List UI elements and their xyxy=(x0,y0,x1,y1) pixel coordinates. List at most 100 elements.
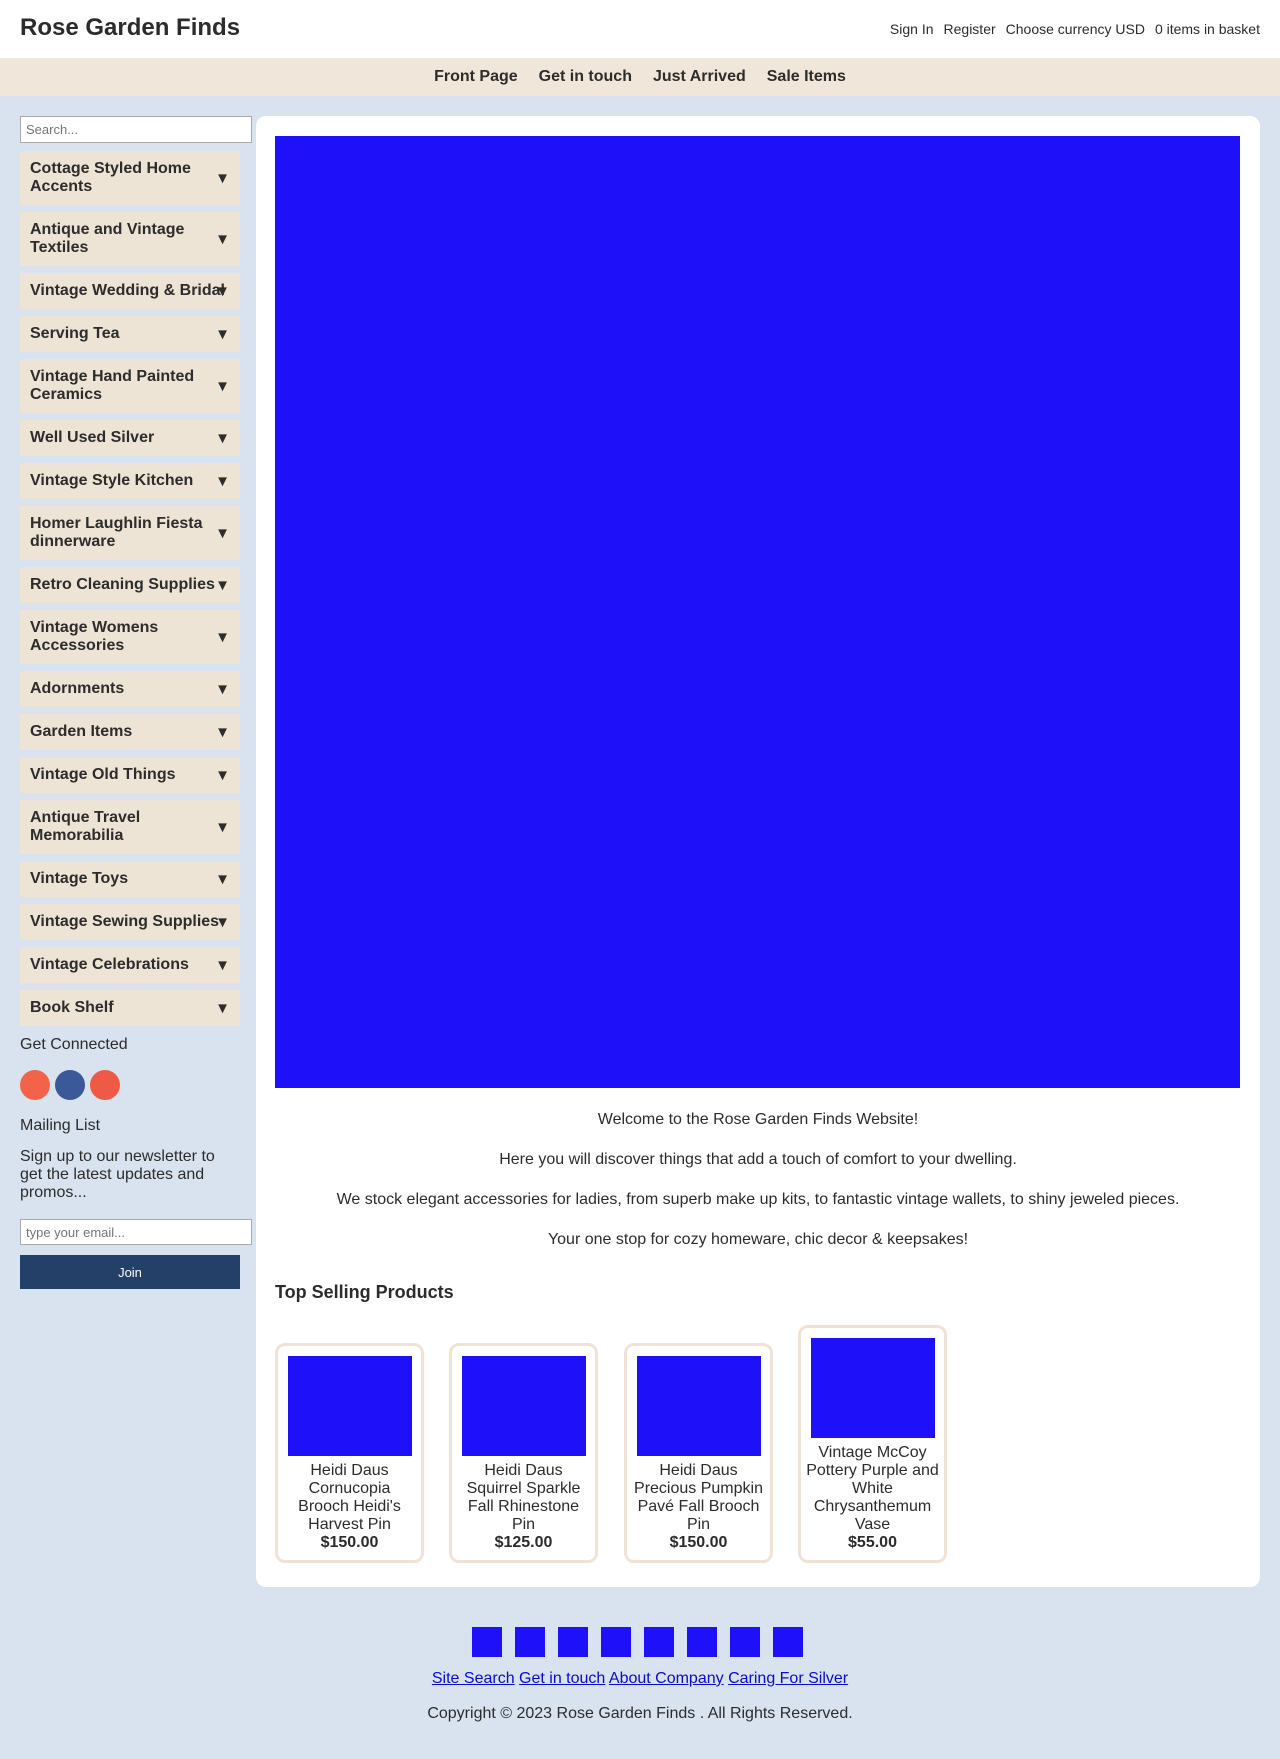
product-price: $55.00 xyxy=(848,1534,897,1551)
chevron-down-icon[interactable]: ▼ xyxy=(215,430,230,447)
mailing-list-text: Sign up to our newsletter to get the lat… xyxy=(20,1148,215,1201)
chevron-down-icon[interactable]: ▼ xyxy=(215,326,230,343)
chevron-down-icon[interactable]: ▼ xyxy=(215,283,230,300)
social-icon-1[interactable] xyxy=(20,1070,50,1100)
category-label: Antique and Vintage Textiles xyxy=(30,221,185,256)
chevron-down-icon[interactable]: ▼ xyxy=(215,525,230,542)
footer-link-about-company[interactable]: About Company xyxy=(609,1670,724,1687)
category-label: Serving Tea xyxy=(30,325,120,342)
welcome-line: We stock elegant accessories for ladies,… xyxy=(336,1191,1180,1208)
chevron-down-icon[interactable]: ▼ xyxy=(215,957,230,974)
category-item[interactable]: Homer Laughlin Fiesta dinnerware ▼ xyxy=(20,506,240,560)
category-label: Vintage Celebrations xyxy=(30,956,189,973)
category-item[interactable]: Well Used Silver ▼ xyxy=(20,420,240,456)
register-link[interactable]: Register xyxy=(944,21,996,37)
product-image[interactable] xyxy=(287,1356,412,1456)
chevron-down-icon[interactable]: ▼ xyxy=(215,914,230,931)
category-item[interactable]: Vintage Old Things ▼ xyxy=(20,757,240,793)
category-label: Retro Cleaning Supplies xyxy=(30,576,215,593)
category-label: Book Shelf xyxy=(30,999,114,1016)
product-card[interactable]: Heidi Daus Cornucopia Brooch Heidi's Har… xyxy=(275,1343,424,1563)
chevron-down-icon[interactable]: ▼ xyxy=(215,681,230,698)
footer-link-get-in-touch[interactable]: Get in touch xyxy=(519,1670,605,1687)
hero-image[interactable] xyxy=(275,136,1240,1088)
chevron-down-icon[interactable]: ▼ xyxy=(215,577,230,594)
main-content: Welcome to the Rose Garden Finds Website… xyxy=(256,116,1260,1587)
footer-icon[interactable] xyxy=(515,1627,545,1657)
category-item[interactable]: Vintage Womens Accessories ▼ xyxy=(20,610,240,664)
category-item[interactable]: Vintage Hand Painted Ceramics ▼ xyxy=(20,359,240,413)
category-item[interactable]: Adornments ▼ xyxy=(20,671,240,707)
category-item[interactable]: Vintage Sewing Supplies ▼ xyxy=(20,904,240,940)
product-card[interactable]: Vintage McCoy Pottery Purple and White C… xyxy=(798,1325,947,1563)
sign-in-link[interactable]: Sign In xyxy=(890,21,934,37)
product-card[interactable]: Heidi Daus Squirrel Sparkle Fall Rhinest… xyxy=(449,1343,598,1563)
footer-link-site-search[interactable]: Site Search xyxy=(432,1670,515,1687)
footer-icon[interactable] xyxy=(773,1627,803,1657)
chevron-down-icon[interactable]: ▼ xyxy=(215,767,230,784)
site-title[interactable]: Rose Garden Finds xyxy=(20,14,240,42)
footer-icon[interactable] xyxy=(601,1627,631,1657)
category-item[interactable]: Retro Cleaning Supplies ▼ xyxy=(20,567,240,603)
chevron-down-icon[interactable]: ▼ xyxy=(215,378,230,395)
category-item[interactable]: Antique and Vintage Textiles ▼ xyxy=(20,212,240,266)
category-label: Cottage Styled Home Accents xyxy=(30,160,191,195)
footer-link-caring-for-silver[interactable]: Caring For Silver xyxy=(728,1670,848,1687)
footer-icon[interactable] xyxy=(472,1627,502,1657)
top-selling-heading: Top Selling Products xyxy=(275,1282,454,1302)
chevron-down-icon[interactable]: ▼ xyxy=(215,819,230,836)
copyright-text: Copyright © 2023 Rose Garden Finds . All… xyxy=(427,1705,853,1722)
category-label: Vintage Hand Painted Ceramics xyxy=(30,368,195,403)
category-label: Vintage Wedding & Bridal xyxy=(30,282,225,299)
chevron-down-icon[interactable]: ▼ xyxy=(215,170,230,187)
category-item[interactable]: Garden Items ▼ xyxy=(20,714,240,750)
product-image[interactable] xyxy=(636,1356,761,1456)
product-price: $150.00 xyxy=(320,1534,379,1551)
basket-link[interactable]: 0 items in basket xyxy=(1155,21,1260,37)
social-icons xyxy=(20,1070,252,1100)
product-name[interactable]: Heidi Daus Squirrel Sparkle Fall Rhinest… xyxy=(452,1462,595,1534)
product-card[interactable]: Heidi Daus Precious Pumpkin Pavé Fall Br… xyxy=(624,1343,773,1563)
search-input[interactable] xyxy=(20,116,252,143)
product-name[interactable]: Vintage McCoy Pottery Purple and White C… xyxy=(801,1444,944,1534)
product-name[interactable]: Heidi Daus Cornucopia Brooch Heidi's Har… xyxy=(278,1462,421,1534)
category-item[interactable]: Vintage Celebrations ▼ xyxy=(20,947,240,983)
category-label: Vintage Old Things xyxy=(30,766,176,783)
facebook-icon[interactable] xyxy=(55,1070,85,1100)
main-nav: Front Page Get in touch Just Arrived Sal… xyxy=(0,58,1280,96)
welcome-line: Welcome to the Rose Garden Finds Website… xyxy=(597,1111,919,1128)
nav-sale-items[interactable]: Sale Items xyxy=(767,68,846,86)
footer-icon[interactable] xyxy=(558,1627,588,1657)
chevron-down-icon[interactable]: ▼ xyxy=(215,724,230,741)
category-label: Vintage Style Kitchen xyxy=(30,472,194,489)
category-item[interactable]: Serving Tea ▼ xyxy=(20,316,240,352)
join-button[interactable]: Join xyxy=(20,1255,240,1289)
category-item[interactable]: Book Shelf ▼ xyxy=(20,990,240,1026)
chevron-down-icon[interactable]: ▼ xyxy=(215,629,230,646)
category-item[interactable]: Antique Travel Memorabilia ▼ xyxy=(20,800,240,854)
nav-get-in-touch[interactable]: Get in touch xyxy=(539,68,632,86)
footer-icon[interactable] xyxy=(687,1627,717,1657)
footer-icon[interactable] xyxy=(644,1627,674,1657)
category-item[interactable]: Vintage Style Kitchen ▼ xyxy=(20,463,240,499)
chevron-down-icon[interactable]: ▼ xyxy=(215,871,230,888)
social-icon-3[interactable] xyxy=(90,1070,120,1100)
category-item[interactable]: Cottage Styled Home Accents ▼ xyxy=(20,151,240,205)
product-name[interactable]: Heidi Daus Precious Pumpkin Pavé Fall Br… xyxy=(627,1462,770,1534)
chevron-down-icon[interactable]: ▼ xyxy=(215,1000,230,1017)
footer-icon[interactable] xyxy=(730,1627,760,1657)
category-item[interactable]: Vintage Wedding & Bridal ▼ xyxy=(20,273,240,309)
chevron-down-icon[interactable]: ▼ xyxy=(215,473,230,490)
category-item[interactable]: Vintage Toys ▼ xyxy=(20,861,240,897)
email-field[interactable] xyxy=(20,1219,252,1245)
chevron-down-icon[interactable]: ▼ xyxy=(215,231,230,248)
category-label: Vintage Sewing Supplies xyxy=(30,913,220,930)
currency-selector[interactable]: Choose currency USD xyxy=(1006,21,1145,37)
product-image[interactable] xyxy=(810,1338,935,1438)
product-image[interactable] xyxy=(461,1356,586,1456)
nav-front-page[interactable]: Front Page xyxy=(434,68,518,86)
nav-just-arrived[interactable]: Just Arrived xyxy=(653,68,746,86)
category-label: Homer Laughlin Fiesta dinnerware xyxy=(30,515,203,550)
site-header: Rose Garden Finds Sign In Register Choos… xyxy=(0,0,1280,58)
get-connected-heading: Get Connected xyxy=(20,1036,128,1053)
